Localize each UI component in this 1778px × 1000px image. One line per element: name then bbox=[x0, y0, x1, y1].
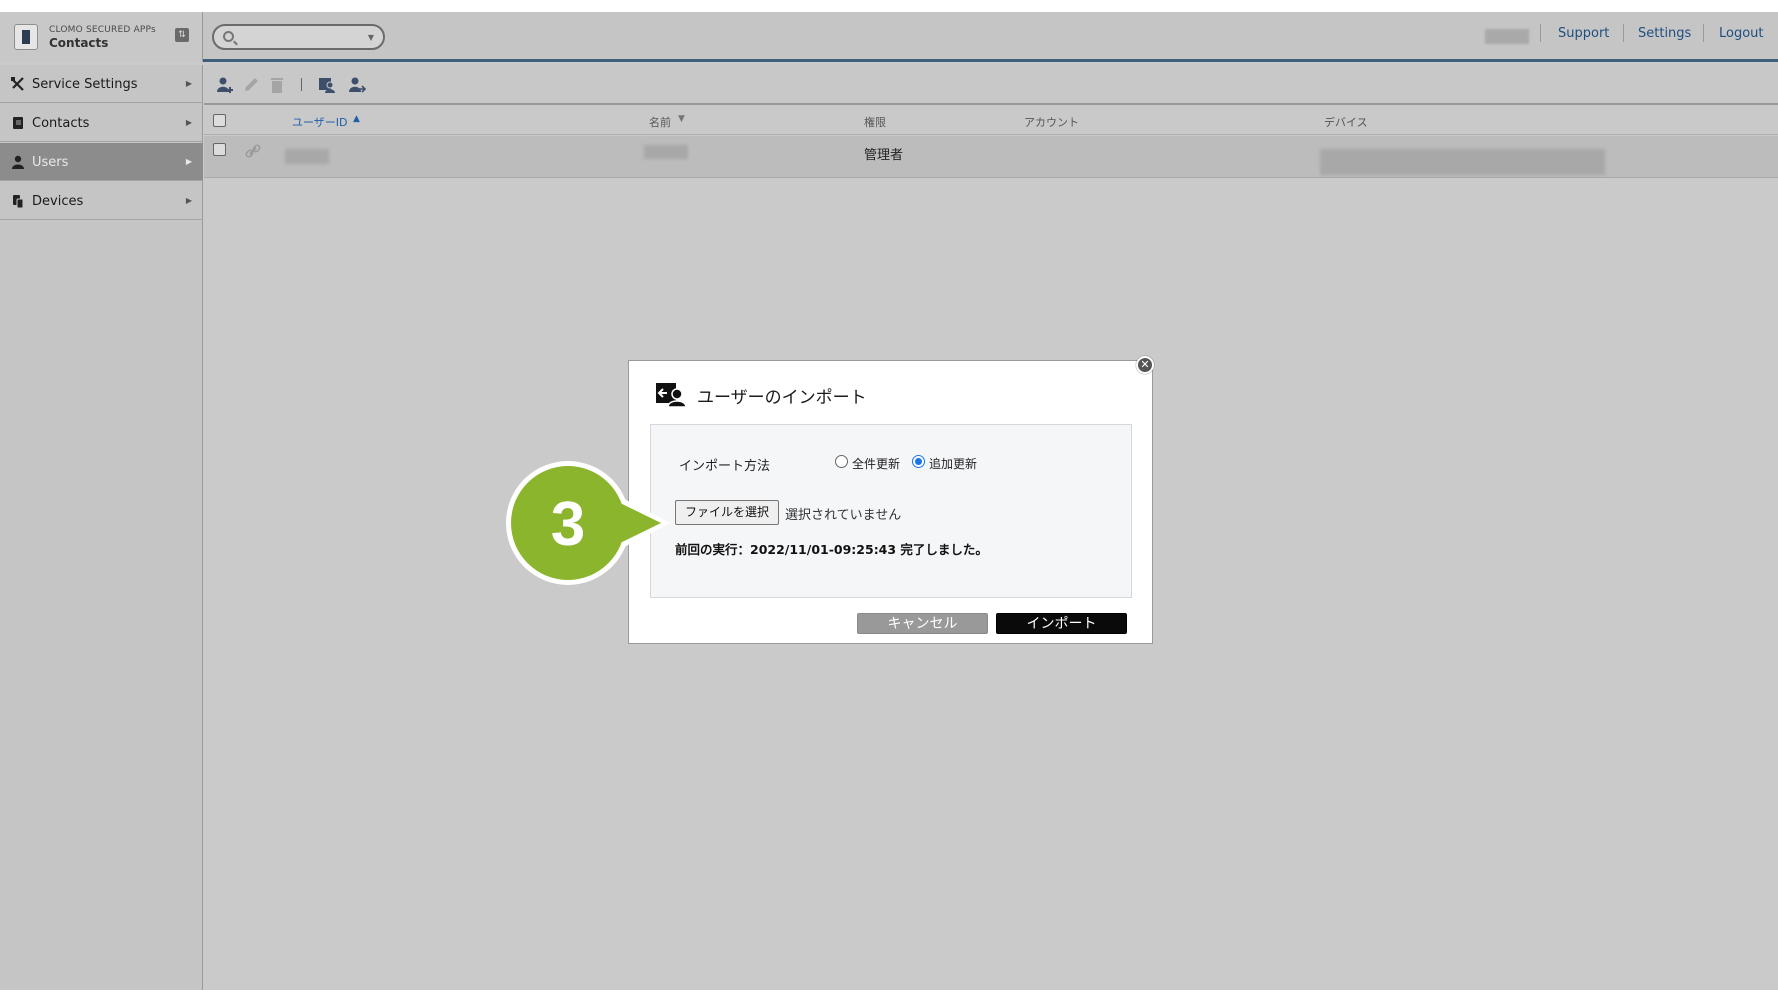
user-name-redacted[interactable] bbox=[1485, 29, 1529, 44]
delete-trash-icon[interactable] bbox=[268, 76, 286, 94]
contacts-app-icon bbox=[14, 24, 38, 50]
sidebar-item-label: Devices bbox=[32, 194, 84, 209]
sidebar-item-devices[interactable]: Devices ▶ bbox=[0, 182, 203, 220]
divider bbox=[1623, 24, 1624, 42]
chevron-down-icon[interactable]: ▼ bbox=[368, 33, 374, 42]
logout-link[interactable]: Logout bbox=[1719, 26, 1764, 41]
table-row[interactable]: 管理者 bbox=[204, 136, 1778, 178]
chevron-right-icon: ▶ bbox=[185, 196, 192, 205]
user-id-redacted bbox=[285, 149, 329, 164]
select-all-checkbox[interactable] bbox=[213, 114, 226, 127]
file-status-text: 選択されていません bbox=[785, 508, 902, 523]
toolbar-divider bbox=[301, 78, 302, 91]
search-icon bbox=[223, 31, 234, 42]
toolbar bbox=[204, 65, 1778, 105]
sidebar-item-label: Users bbox=[32, 155, 69, 170]
tools-icon bbox=[11, 77, 24, 91]
column-name[interactable]: 名前 bbox=[649, 114, 671, 130]
user-icon bbox=[12, 155, 24, 169]
device-redacted bbox=[1320, 149, 1605, 175]
import-users-dialog: ユーザーのインポート インポート方法 全件更新 追加更新 ファイルを選択 選択さ… bbox=[628, 360, 1153, 644]
sidebar-item-service-settings[interactable]: Service Settings ▶ bbox=[0, 65, 203, 103]
import-method-label: インポート方法 bbox=[679, 459, 771, 474]
chevron-right-icon: ▶ bbox=[185, 157, 192, 166]
divider bbox=[1540, 24, 1541, 42]
import-button[interactable]: インポート bbox=[996, 613, 1127, 634]
search-input[interactable]: ▼ bbox=[212, 24, 385, 50]
top-header: CLOMO SECURED APPs Contacts ⇅ ▼ Support … bbox=[0, 12, 1778, 62]
radio-full-update-label[interactable]: 全件更新 bbox=[852, 455, 900, 472]
contacts-book-icon bbox=[13, 117, 23, 129]
export-user-icon[interactable] bbox=[348, 76, 366, 94]
column-device[interactable]: デバイス bbox=[1324, 114, 1368, 130]
cancel-button[interactable]: キャンセル bbox=[857, 613, 988, 634]
sidebar-item-contacts[interactable]: Contacts ▶ bbox=[0, 104, 203, 142]
dialog-body: インポート方法 全件更新 追加更新 ファイルを選択 選択されていません 前回の実… bbox=[650, 424, 1132, 598]
column-role[interactable]: 権限 bbox=[864, 114, 886, 130]
sidebar-item-label: Service Settings bbox=[32, 77, 138, 92]
column-user-id[interactable]: ユーザーID bbox=[292, 114, 348, 130]
app-switch-icon[interactable]: ⇅ bbox=[175, 28, 189, 42]
devices-icon bbox=[13, 195, 24, 208]
radio-full-update[interactable] bbox=[835, 455, 848, 468]
settings-link[interactable]: Settings bbox=[1638, 26, 1691, 41]
radio-add-update-label[interactable]: 追加更新 bbox=[929, 455, 977, 472]
sort-descending-icon[interactable]: ▼ bbox=[678, 114, 685, 124]
app-switcher[interactable]: CLOMO SECURED APPs Contacts ⇅ bbox=[0, 12, 203, 62]
import-icon[interactable] bbox=[318, 76, 336, 94]
name-redacted bbox=[644, 145, 688, 159]
step-number: 3 bbox=[551, 490, 585, 559]
suite-name: CLOMO SECURED APPs bbox=[49, 25, 156, 35]
link-icon[interactable] bbox=[245, 143, 261, 159]
add-user-icon[interactable] bbox=[216, 76, 234, 94]
sidebar-item-label: Contacts bbox=[32, 116, 90, 131]
row-checkbox[interactable] bbox=[213, 143, 226, 156]
step-callout: 3 bbox=[505, 461, 670, 585]
choose-file-button[interactable]: ファイルを選択 bbox=[675, 500, 779, 525]
divider bbox=[1703, 24, 1704, 42]
last-run-status: 前回の実行：2022/11/01-09:25:43 完了しました。 bbox=[675, 542, 988, 557]
table-header: ユーザーID ▲ 名前 ▼ 権限 アカウント デバイス bbox=[204, 107, 1778, 135]
app-window: CLOMO SECURED APPs Contacts ⇅ ▼ Support … bbox=[0, 12, 1778, 990]
dialog-title: ユーザーのインポート bbox=[697, 388, 867, 408]
sidebar-item-users[interactable]: Users ▶ bbox=[0, 143, 203, 181]
sidebar: Service Settings ▶ Contacts ▶ Users ▶ De… bbox=[0, 65, 203, 990]
sort-ascending-icon[interactable]: ▲ bbox=[353, 114, 360, 124]
chevron-right-icon: ▶ bbox=[185, 118, 192, 127]
chevron-right-icon: ▶ bbox=[185, 79, 192, 88]
import-users-icon bbox=[656, 383, 687, 407]
column-account[interactable]: アカウント bbox=[1024, 114, 1079, 130]
role-value: 管理者 bbox=[864, 148, 904, 163]
radio-add-update[interactable] bbox=[912, 455, 925, 468]
close-icon[interactable]: ✕ bbox=[1136, 356, 1154, 374]
edit-pencil-icon[interactable] bbox=[242, 76, 260, 94]
app-name: Contacts bbox=[49, 36, 109, 50]
support-link[interactable]: Support bbox=[1558, 26, 1609, 41]
